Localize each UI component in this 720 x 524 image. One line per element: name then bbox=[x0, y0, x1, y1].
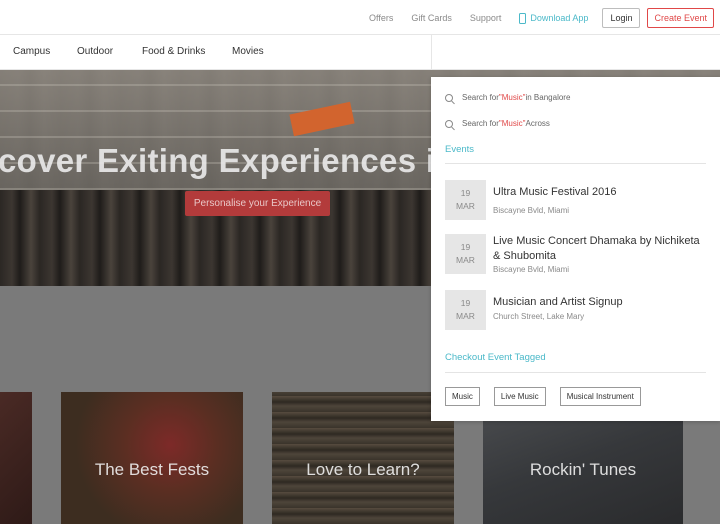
event-date: 19 MAR bbox=[445, 180, 486, 220]
search-suggestion-city[interactable]: Search for "Music" in Bangalore bbox=[445, 93, 570, 102]
search-icon bbox=[445, 93, 453, 102]
tagged-heading: Checkout Event Tagged bbox=[445, 352, 546, 363]
event-location: Biscayne Bvld, Miami bbox=[493, 265, 570, 274]
tagged-divider bbox=[445, 372, 706, 373]
login-button[interactable]: Login bbox=[602, 8, 641, 28]
suggestion-prefix: Search for bbox=[462, 119, 499, 128]
gift-cards-link[interactable]: Gift Cards bbox=[411, 13, 452, 23]
event-date: 19 MAR bbox=[445, 234, 486, 274]
event-day: 19 bbox=[460, 298, 471, 308]
tag-music[interactable]: Music bbox=[445, 387, 480, 406]
event-name: Musician and Artist Signup bbox=[493, 296, 623, 308]
event-date: 19 MAR bbox=[445, 290, 486, 330]
card-title: The Best Fests bbox=[94, 460, 210, 479]
category-nav: Campus Outdoor Food & Drinks Movies bbox=[0, 35, 720, 70]
tag-list: Music Live Music Musical Instrument bbox=[445, 387, 641, 406]
hero-title: cover Exiting Experiences in bbox=[0, 142, 456, 179]
top-bar: Offers Gift Cards Support Download App L… bbox=[0, 0, 720, 35]
category-card-fests[interactable]: The Best Fests bbox=[61, 392, 243, 524]
create-event-button[interactable]: Create Event bbox=[647, 8, 714, 28]
event-item[interactable]: 19 MAR Ultra Music Festival 2016 Biscayn… bbox=[445, 180, 706, 220]
event-name: Live Music Concert Dhamaka by Nichiketa … bbox=[493, 235, 700, 262]
download-app-link[interactable]: Download App bbox=[519, 12, 589, 24]
event-month: MAR bbox=[456, 311, 475, 321]
category-movies[interactable]: Movies bbox=[232, 46, 264, 57]
event-day: 19 bbox=[460, 188, 471, 198]
event-location: Church Street, Lake Mary bbox=[493, 312, 585, 321]
suggestion-suffix: in Bangalore bbox=[525, 93, 571, 102]
category-outdoor[interactable]: Outdoor bbox=[77, 46, 113, 57]
top-links: Offers Gift Cards Support Download App L… bbox=[369, 8, 714, 28]
nav-divider bbox=[431, 35, 432, 70]
event-location: Biscayne Bvld, Miami bbox=[493, 206, 570, 215]
category-food-drinks[interactable]: Food & Drinks bbox=[142, 46, 205, 57]
search-suggestion-across[interactable]: Search for "Music" Across bbox=[445, 119, 550, 128]
category-campus[interactable]: Campus bbox=[13, 46, 50, 57]
event-month: MAR bbox=[456, 201, 475, 211]
support-link[interactable]: Support bbox=[470, 13, 502, 23]
personalise-button[interactable]: Personalise your Experience bbox=[185, 191, 330, 216]
card-title: Rockin' Tunes bbox=[529, 460, 637, 479]
event-item[interactable]: 19 MAR Musician and Artist Signup Church… bbox=[445, 290, 706, 330]
card-title: Love to Learn? bbox=[306, 460, 420, 479]
suggestion-term: "Music" bbox=[498, 119, 526, 128]
event-item[interactable]: 19 MAR Live Music Concert Dhamaka by Nic… bbox=[445, 234, 706, 274]
suggestion-prefix: Search for bbox=[462, 93, 499, 102]
events-divider bbox=[445, 163, 706, 164]
category-card-partial[interactable] bbox=[0, 392, 32, 524]
tag-live-music[interactable]: Live Music bbox=[493, 387, 546, 406]
phone-icon bbox=[519, 12, 527, 24]
tag-musical-instrument[interactable]: Musical Instrument bbox=[559, 387, 641, 406]
suggestion-term: "Music" bbox=[498, 93, 526, 102]
offers-link[interactable]: Offers bbox=[369, 13, 393, 23]
event-day: 19 bbox=[460, 242, 471, 252]
search-icon bbox=[445, 119, 453, 128]
event-month: MAR bbox=[456, 255, 475, 265]
event-name: Ultra Music Festival 2016 bbox=[493, 186, 617, 198]
search-dropdown: Search for "Music" in Bangalore Search f… bbox=[431, 77, 720, 421]
category-card-learn[interactable]: Love to Learn? bbox=[272, 392, 454, 524]
suggestion-suffix: Across bbox=[525, 119, 550, 128]
download-app-label: Download App bbox=[530, 13, 589, 23]
events-heading: Events bbox=[445, 144, 475, 155]
